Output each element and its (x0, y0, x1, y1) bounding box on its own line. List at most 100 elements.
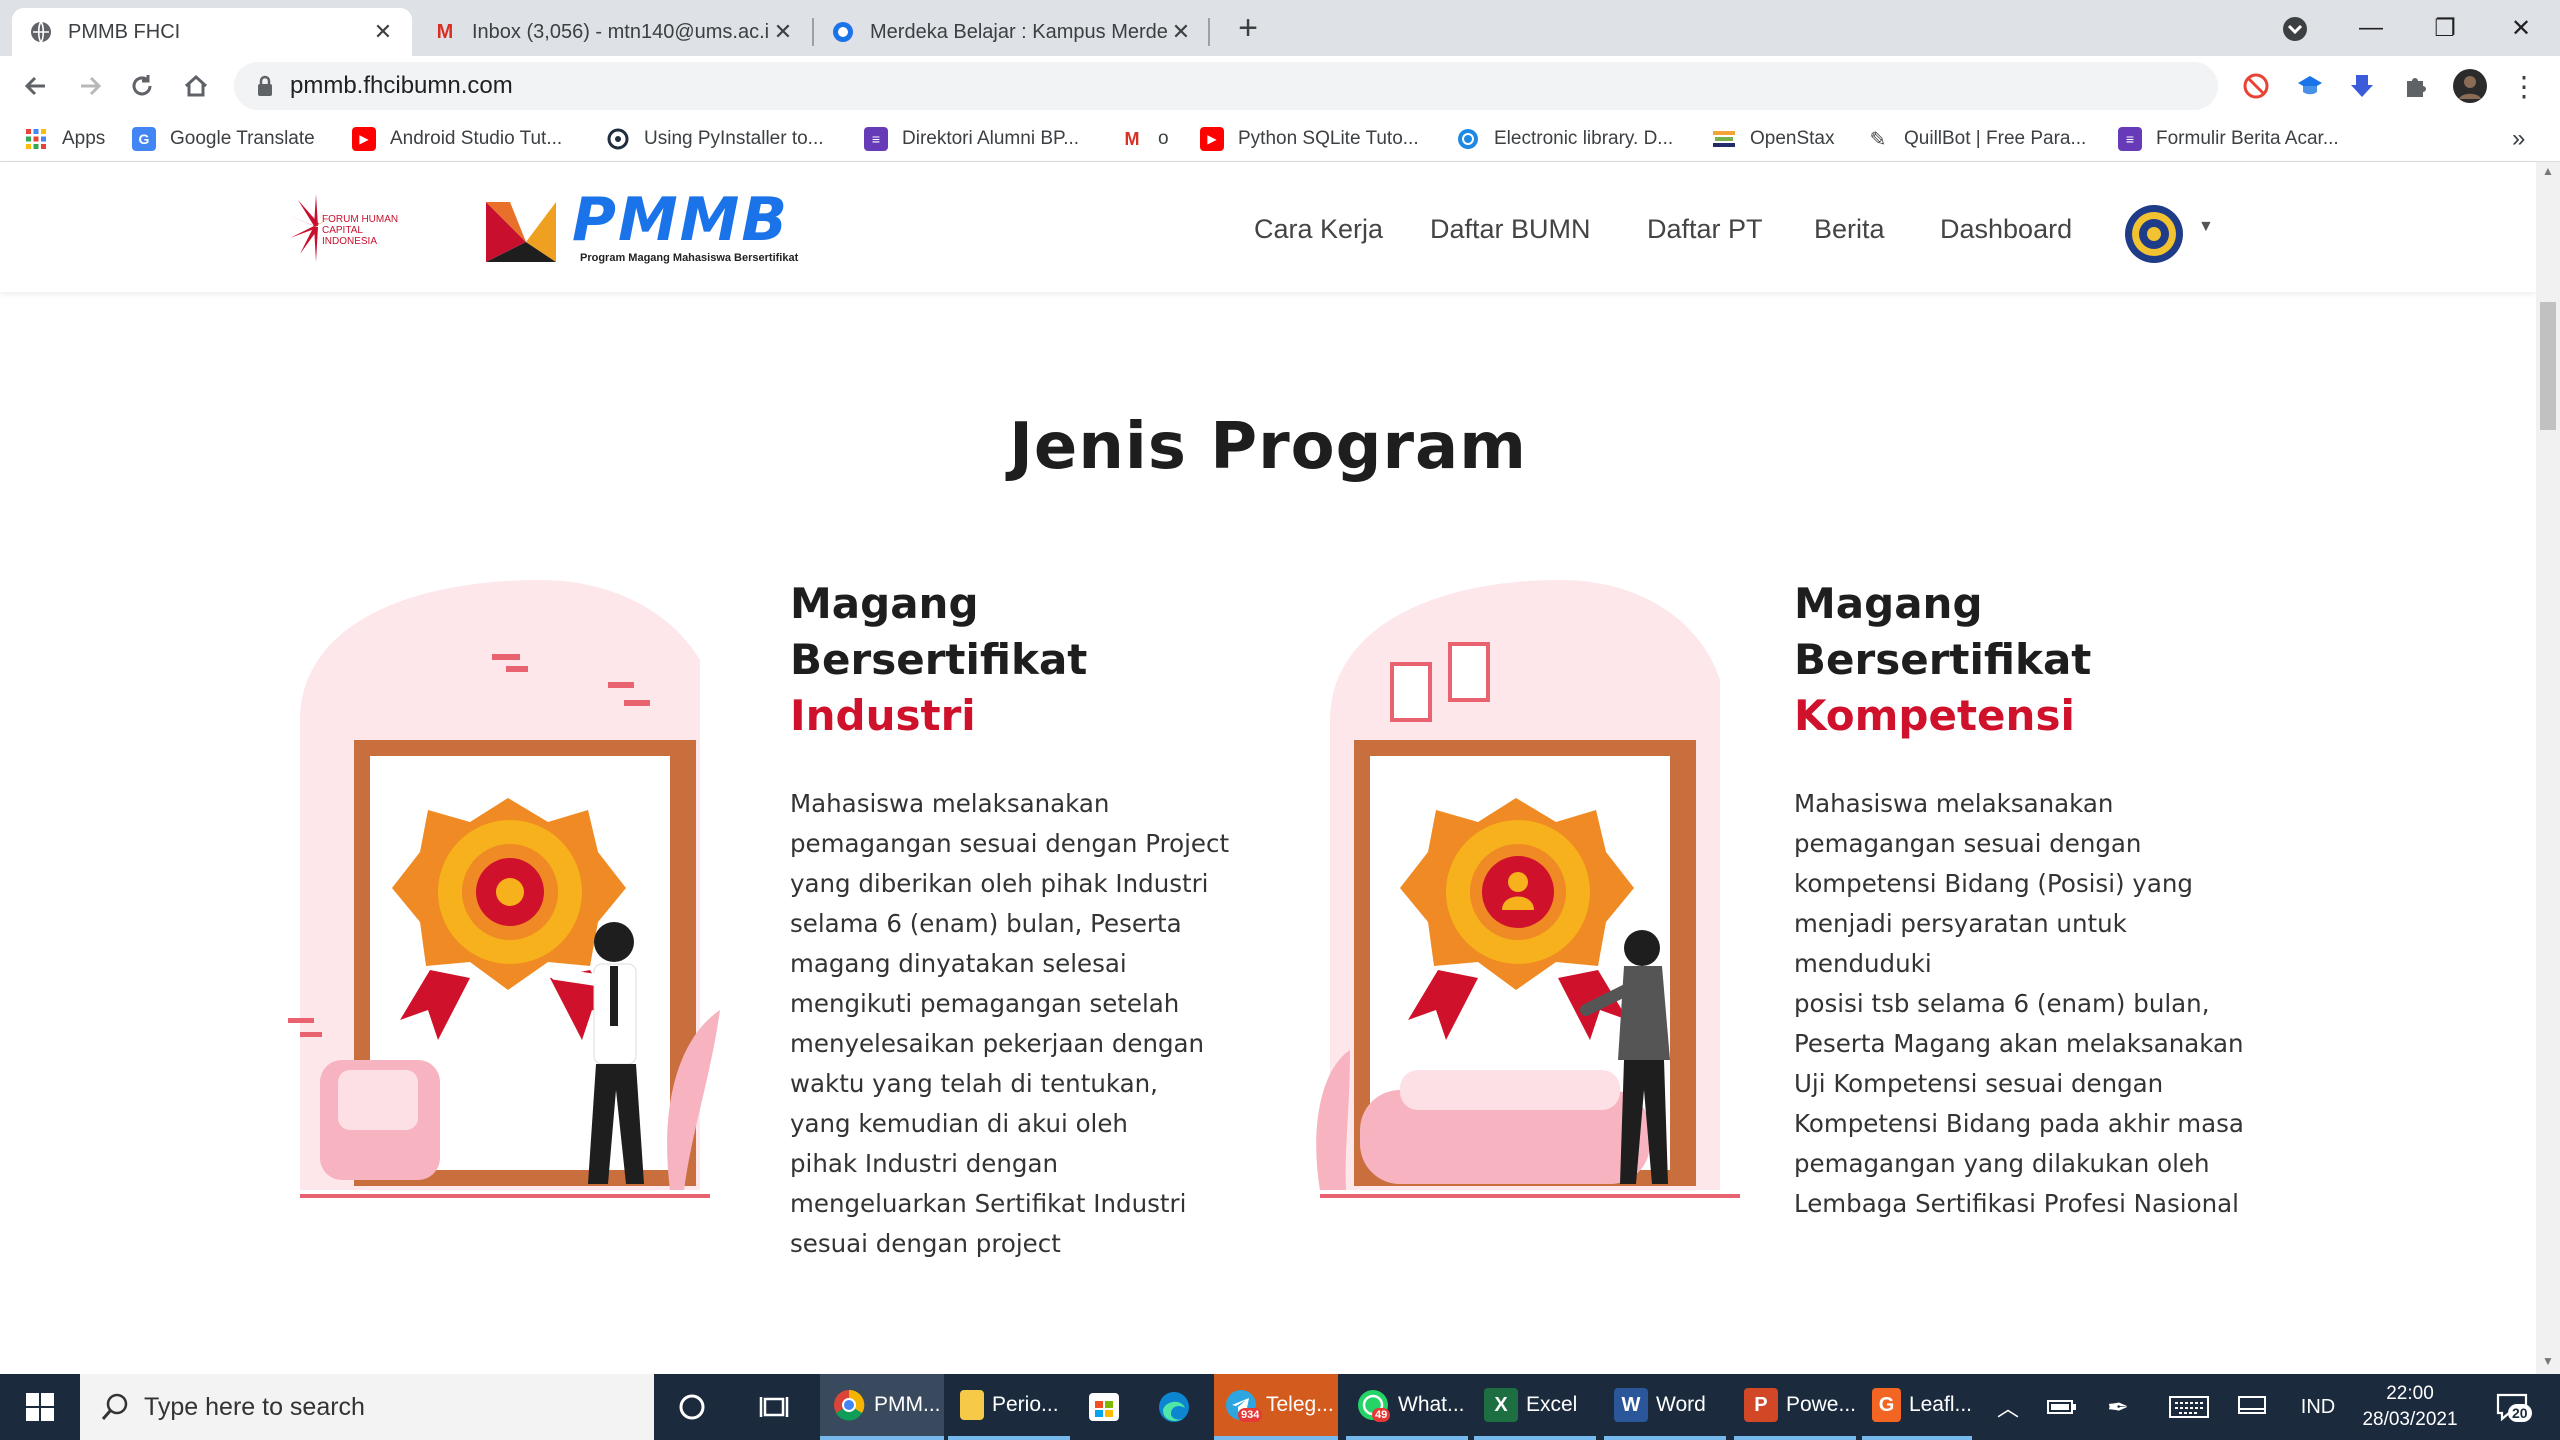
bookmark-label: Formulir Berita Acar... (2156, 128, 2339, 149)
close-window-button[interactable]: ✕ (2486, 0, 2556, 56)
tab-pmmb[interactable]: PMMB FHCI ✕ (12, 8, 412, 56)
desc-line: pemagangan sesuai dengan (1794, 829, 2142, 858)
bookmark-label: OpenStax (1750, 128, 1835, 149)
keyboard-icon[interactable] (2164, 1374, 2214, 1440)
windows-taskbar: Type here to search PMM... Perio... 934 … (0, 1374, 2560, 1440)
youtube-icon: ▶ (352, 127, 376, 151)
taskbar-app-powerpoint[interactable]: P Powe... (1734, 1374, 1856, 1440)
taskbar-app-leaflet[interactable]: G Leafl... (1862, 1374, 1972, 1440)
clock[interactable]: 22:00 28/03/2021 (2350, 1374, 2470, 1440)
bookmark-quillbot[interactable]: ✎ QuillBot | Free Para... (1866, 124, 2087, 154)
desc-line: Kompetensi Bidang pada akhir masa (1794, 1109, 2244, 1138)
program-title-industri: Magang Bersertifikat Industri (790, 576, 1210, 744)
program-title-line1: Magang (790, 579, 979, 628)
tab-inbox[interactable]: M Inbox (3,056) - mtn140@ums.ac.id ✕ (416, 8, 812, 56)
reload-icon[interactable] (122, 66, 162, 106)
bookmark-electronic-library[interactable]: Electronic library. D... (1456, 124, 1673, 154)
restore-button[interactable]: ❐ (2410, 0, 2480, 56)
close-tab-icon[interactable]: ✕ (1168, 19, 1194, 45)
extension-cap-icon[interactable] (2290, 66, 2330, 106)
bookmark-label: QuillBot | Free Para... (1904, 128, 2087, 149)
lock-icon (256, 74, 274, 105)
taskbar-app-label: Leafl... (1908, 1393, 1972, 1416)
bookmarks-overflow-button[interactable]: » (2512, 124, 2525, 154)
bookmark-python-sqlite[interactable]: ▶ Python SQLite Tuto... (1200, 124, 1419, 154)
nav-dashboard[interactable]: Dashboard (1940, 214, 2072, 245)
fhci-logo[interactable]: FORUM HUMAN CAPITAL INDONESIA (286, 186, 420, 266)
taskbar-search-box[interactable]: Type here to search (80, 1374, 654, 1440)
nav-daftar-bumn[interactable]: Daftar BUMN (1430, 214, 1591, 245)
desc-line: yang kemudian di akui oleh (790, 1109, 1128, 1138)
taskbar-app-edge[interactable] (1150, 1374, 1206, 1440)
taskbar-app-label: Powe... (1785, 1393, 1856, 1416)
kompetensi-illustration (1290, 570, 1750, 1210)
taskbar-app-excel[interactable]: X Excel (1474, 1374, 1596, 1440)
desc-line: kompetensi Bidang (Posisi) yang (1794, 869, 2193, 898)
bookmark-pyinstaller[interactable]: Using PyInstaller to... (606, 124, 824, 154)
display-icon[interactable] (2228, 1374, 2276, 1440)
desc-line: mengeluarkan Sertifikat Industri (790, 1189, 1187, 1218)
desc-line: Peserta Magang akan melaksanakan (1794, 1029, 2244, 1058)
scroll-down-arrow-icon[interactable]: ▼ (2542, 1354, 2554, 1368)
bookmark-android-studio[interactable]: ▶ Android Studio Tut... (352, 124, 562, 154)
bookmark-label: Google Translate (170, 128, 315, 149)
extension-red-icon[interactable] (2236, 66, 2276, 106)
bookmark-apps[interactable]: Apps (24, 124, 105, 154)
notification-badge: 49 (1372, 1408, 1391, 1422)
profile-avatar[interactable] (2450, 66, 2490, 106)
telegram-icon: 934 (1224, 1388, 1263, 1422)
taskbar-app-store[interactable] (1080, 1374, 1136, 1440)
task-view-icon[interactable] (746, 1374, 802, 1440)
language-indicator[interactable]: IND (2290, 1374, 2346, 1440)
excel-icon: X (1484, 1388, 1518, 1422)
program-description-kompetensi: Mahasiswa melaksanakan pemagangan sesuai… (1794, 784, 2264, 1224)
desc-line: sesuai dengan project (790, 1229, 1061, 1258)
taskbar-app-label: Perio... (992, 1393, 1059, 1416)
pen-icon[interactable]: ✒ (2096, 1374, 2140, 1440)
forward-arrow-icon[interactable] (70, 66, 110, 106)
battery-icon[interactable] (2040, 1374, 2084, 1440)
new-tab-button[interactable]: + (1228, 8, 1268, 48)
extensions-puzzle-icon[interactable] (2396, 66, 2436, 106)
action-center-icon[interactable]: 20 (2482, 1374, 2542, 1440)
tab-search-icon[interactable] (2280, 14, 2310, 44)
browser-menu-icon[interactable]: ⋮ (2504, 66, 2544, 106)
chrome-icon (832, 1388, 866, 1422)
scrollbar-thumb[interactable] (2540, 302, 2556, 430)
tab-merdeka[interactable]: Merdeka Belajar : Kampus Merdeka ✕ (814, 8, 1210, 56)
desc-line: yang diberikan oleh pihak Industri (790, 869, 1209, 898)
bookmark-label: Apps (62, 128, 106, 149)
nav-berita[interactable]: Berita (1814, 214, 1885, 245)
bookmark-gmail[interactable]: M o (1120, 124, 1169, 154)
taskbar-app-whatsapp[interactable]: 49 What... (1346, 1374, 1468, 1440)
address-bar[interactable]: pmmb.fhcibumn.com (234, 62, 2218, 110)
nav-cara-kerja[interactable]: Cara Kerja (1254, 214, 1383, 245)
bookmark-direktori-alumni[interactable]: ≡ Direktori Alumni BP... (864, 124, 1079, 154)
nav-daftar-pt[interactable]: Daftar PT (1647, 214, 1763, 245)
bookmark-openstax[interactable]: OpenStax (1712, 124, 1835, 154)
taskbar-app-telegram[interactable]: 934 Teleg... (1214, 1374, 1338, 1440)
program-description-industri: Mahasiswa melaksanakan pemagangan sesuai… (790, 784, 1230, 1264)
bookmark-google-translate[interactable]: G Google Translate (132, 124, 315, 154)
show-hidden-icons-chevron-icon[interactable]: ︿ (1990, 1374, 2026, 1440)
back-arrow-icon[interactable] (16, 66, 56, 106)
close-tab-icon[interactable]: ✕ (770, 19, 796, 45)
windows-start-icon[interactable] (0, 1374, 80, 1440)
user-avatar-dropdown[interactable]: ▼ (2124, 204, 2220, 263)
kemdikbud-icon (830, 19, 856, 45)
bookmark-formulir-berita[interactable]: ≡ Formulir Berita Acar... (2118, 124, 2339, 154)
taskbar-app-chrome[interactable]: PMM... (820, 1374, 944, 1440)
close-tab-icon[interactable]: ✕ (370, 19, 396, 45)
taskbar-app-explorer[interactable]: Perio... (948, 1374, 1070, 1440)
fhci-logo-text: FORUM HUMAN CAPITAL INDONESIA (322, 214, 399, 247)
forms-icon: ≡ (864, 127, 888, 151)
taskbar-app-word[interactable]: W Word (1604, 1374, 1726, 1440)
cortana-icon[interactable] (664, 1374, 720, 1440)
pmmb-logo[interactable]: PMMB Program Magang Mahasiswa Bersertifi… (486, 190, 806, 268)
home-icon[interactable] (176, 66, 216, 106)
scroll-up-arrow-icon[interactable]: ▲ (2542, 164, 2554, 178)
edge-icon (1157, 1390, 1191, 1424)
minimize-button[interactable]: — (2336, 0, 2406, 56)
extension-download-icon[interactable] (2342, 66, 2382, 106)
page-scrollbar[interactable]: ▲ ▼ (2536, 162, 2560, 1374)
